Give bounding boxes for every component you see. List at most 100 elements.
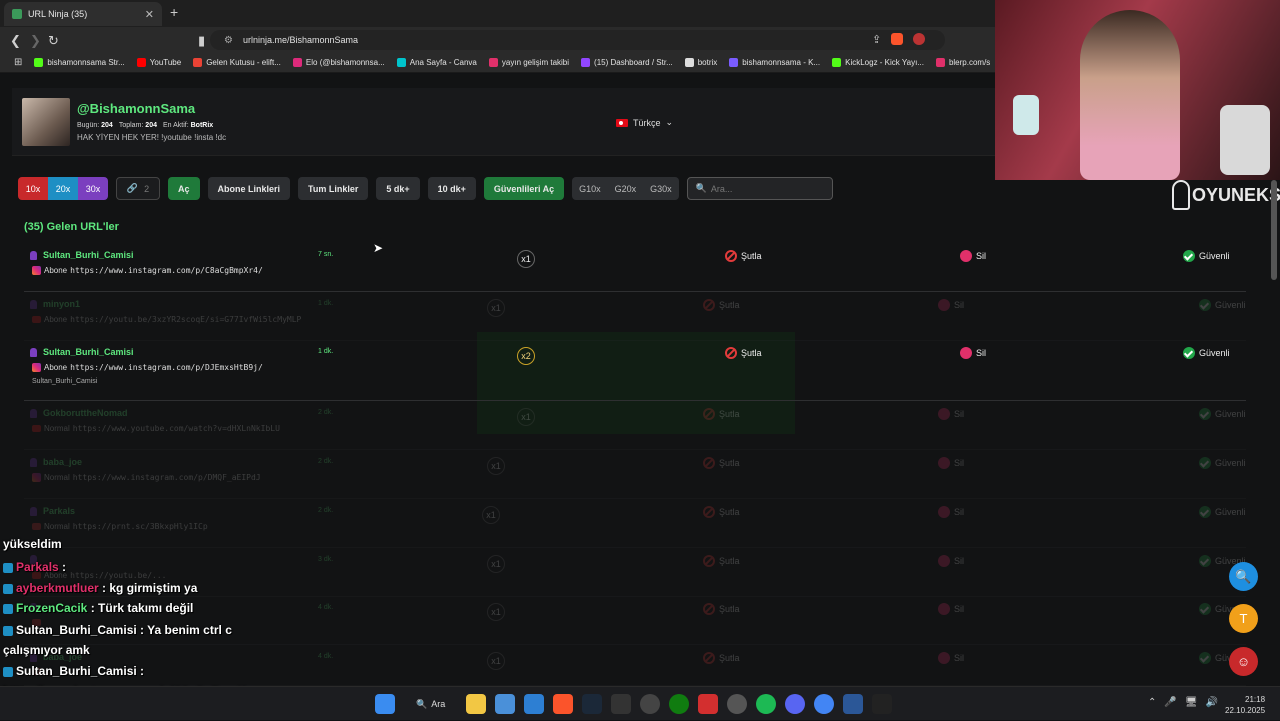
bookmark-item[interactable]: Gelen Kutusu - elift... [187,58,287,67]
delete-button[interactable]: Sil [960,347,986,359]
bookmark-item[interactable]: KickLogz - Kick Yayı... [826,58,930,67]
discord-icon[interactable] [785,694,806,714]
forward-icon[interactable]: ❯ [30,33,41,49]
row-user[interactable]: Parkals [30,506,75,516]
g10-button[interactable]: G10x [572,184,608,194]
link-count-button[interactable]: 🔗 2 [116,177,160,200]
epic-games-icon[interactable] [611,694,632,714]
g30-button[interactable]: G30x [643,184,679,194]
safe-button[interactable]: Güvenli [1199,299,1246,311]
row-user[interactable]: GokboruttheNomad [30,408,128,418]
ban-button[interactable]: Şutla [703,603,740,615]
brave-rewards-icon[interactable] [913,33,926,45]
user-fab[interactable]: ☺ [1229,647,1258,676]
safe-button[interactable]: Güvenli [1199,506,1246,518]
ban-button[interactable]: Şutla [703,506,740,518]
bookmark-item[interactable]: botrix [679,58,724,67]
mult-20-button[interactable]: 20x [48,177,78,200]
ban-button[interactable]: Şutla [703,408,740,420]
reload-icon[interactable]: ↻ [48,33,59,49]
share-icon[interactable]: ⇪ [872,33,881,46]
safe-button[interactable]: Güvenli [1183,250,1230,262]
network-icon[interactable]: 🖥 [1185,697,1198,708]
capcut-icon[interactable] [872,694,893,714]
safe-button[interactable]: Güvenli [1199,408,1246,420]
bookmark-item[interactable]: yayın gelişim takibi [483,58,575,67]
bookmark-item[interactable]: bishamonnsama Str... [28,58,130,67]
mult-30-button[interactable]: 30x [78,177,108,200]
bookmark-item[interactable]: Ana Sayfa - Canva [391,58,483,67]
row-user[interactable]: minyon1 [30,299,80,309]
chrome-icon[interactable] [814,694,835,714]
g20-button[interactable]: G20x [608,184,644,194]
microphone-icon[interactable]: 🎤 [1164,697,1176,708]
row-user[interactable]: baba_joe [30,457,82,467]
bookmark-item[interactable]: bishamonnsama - K... [723,58,826,67]
row-user[interactable]: Sultan_Burhi_Camisi [30,250,134,260]
safe-button[interactable]: Güvenli [1199,457,1246,469]
row-link[interactable]: Abone https://www.instagram.com/p/C8aCgBm… [32,266,263,275]
delete-button[interactable]: Sil [938,652,964,664]
page-scrollbar[interactable] [1271,180,1277,280]
new-tab-button[interactable]: + [170,4,178,20]
delete-button[interactable]: Sil [938,408,964,420]
row-link[interactable]: Abone https://www.instagram.com/p/DJEmxsH… [32,363,263,372]
brave-shield-icon[interactable] [891,33,904,45]
steam-icon[interactable] [582,694,603,714]
open-safe-button[interactable]: Güvenlileri Aç [483,177,565,200]
delete-button[interactable]: Sil [938,555,964,567]
row-link[interactable]: Normal https://www.youtube.com/watch?v=dH… [32,424,280,433]
translate-fab[interactable]: T [1229,604,1258,633]
search-input[interactable]: 🔍 Ara... [686,177,833,200]
row-link[interactable]: Abone https://youtu.be/3xzYR2scoqE/si=G77… [32,315,301,324]
volume-icon[interactable]: 🔊 [1206,697,1218,708]
back-icon[interactable]: ❮ [10,33,21,49]
windows-start-icon[interactable] [375,694,395,714]
row-link[interactable]: Normal https://prnt.sc/3BkxpHly1ICp [32,522,208,531]
file-explorer-icon[interactable] [466,694,487,714]
spotify-icon[interactable] [756,694,777,714]
ban-button[interactable]: Şutla [725,250,762,262]
url-field[interactable]: ⚙ urlninja.me/BishamonnSama [210,30,945,50]
ban-button[interactable]: Şutla [703,457,740,469]
site-info-icon[interactable]: ⚙ [224,35,233,46]
settings-icon[interactable] [727,694,748,714]
five-min-button[interactable]: 5 dk+ [376,177,420,200]
ban-button[interactable]: Şutla [725,347,762,359]
taskbar-search[interactable]: 🔍 Ara [404,694,457,714]
close-tab-icon[interactable]: ✕ [145,8,154,21]
bookmark-item[interactable]: blerp.com/s [930,58,996,67]
app-icon[interactable] [698,694,719,714]
bookmark-item[interactable]: YouTube [131,58,187,67]
open-button[interactable]: Aç [168,177,200,200]
delete-button[interactable]: Sil [960,250,986,262]
chevron-up-icon[interactable]: ⌃ [1148,697,1156,708]
safe-button[interactable]: Güvenli [1183,347,1230,359]
all-links-button[interactable]: Tum Linkler [298,177,369,200]
ban-button[interactable]: Şutla [703,652,740,664]
ban-button[interactable]: Şutla [703,299,740,311]
obs-icon[interactable] [640,694,661,714]
ten-min-button[interactable]: 10 dk+ [427,177,476,200]
search-fab[interactable]: 🔍 [1229,562,1258,591]
delete-button[interactable]: Sil [938,603,964,615]
bookmark-icon[interactable]: ▮ [198,33,205,49]
davinci-icon[interactable] [843,694,864,714]
xbox-icon[interactable] [669,694,690,714]
delete-button[interactable]: Sil [938,457,964,469]
mult-10-button[interactable]: 10x [18,177,48,200]
bookmark-item[interactable]: Elo (@bishamonnsa... [287,58,391,67]
browser-tab[interactable]: URL Ninja (35) ✕ [4,2,162,26]
ban-button[interactable]: Şutla [703,555,740,567]
bookmark-item[interactable]: (15) Dashboard / Str... [575,58,679,67]
brave-icon[interactable] [553,694,574,714]
clock[interactable]: 21:18 22.10.2025 [1225,694,1265,716]
store-icon[interactable] [495,694,516,714]
row-link[interactable]: Normal https://www.instagram.com/p/DMQF_a… [32,473,261,482]
mail-icon[interactable] [524,694,545,714]
apps-grid-icon[interactable]: ⊞ [8,57,28,68]
language-selector[interactable]: Türkçe ⌄ [616,117,673,128]
subscriber-links-button[interactable]: Abone Linkleri [207,177,291,200]
row-user[interactable]: Sultan_Burhi_Camisi [30,347,134,357]
delete-button[interactable]: Sil [938,506,964,518]
